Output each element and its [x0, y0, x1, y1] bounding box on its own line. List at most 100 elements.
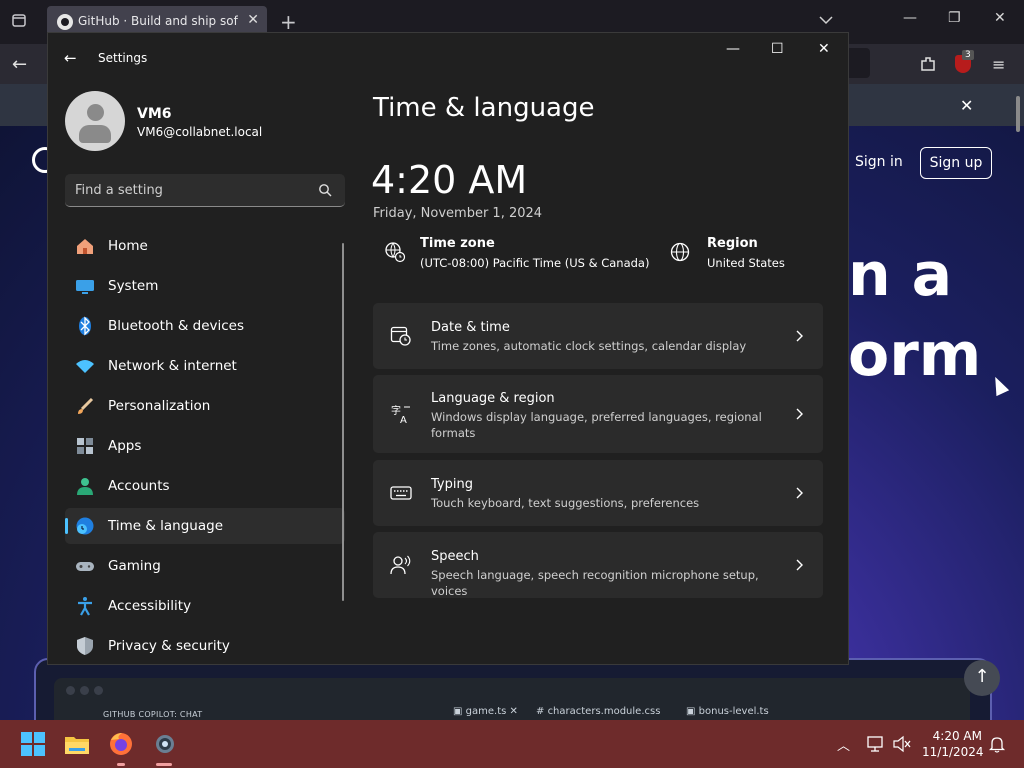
extensions-icon[interactable]: [918, 54, 938, 74]
firefox-running-indicator: [117, 763, 125, 766]
nav-item-accessibility[interactable]: Accessibility: [65, 588, 345, 624]
language-region-card[interactable]: 字A Language & region Windows display lan…: [373, 375, 823, 453]
time-zone-icon: [385, 242, 406, 263]
settings-icon[interactable]: [151, 730, 179, 758]
nav-label: Personalization: [108, 398, 211, 414]
current-time: 4:20 AM: [371, 158, 528, 202]
avatar-body: [79, 125, 111, 143]
shield-icon: [77, 637, 93, 655]
calendar-clock-icon: [390, 326, 411, 346]
svg-text:A: A: [400, 415, 407, 425]
nav-item-network[interactable]: Network & internet: [65, 348, 345, 384]
chevron-right-icon: [796, 559, 803, 571]
page-scrollbar[interactable]: [1016, 96, 1020, 132]
nav-item-time-language[interactable]: Time & language: [65, 508, 345, 544]
sign-up-button[interactable]: Sign up: [920, 147, 992, 179]
taskbar-clock-date[interactable]: 11/1/2024: [922, 745, 984, 759]
time-zone-value: (UTC-08:00) Pacific Time (US & Canada): [420, 256, 650, 270]
search-input[interactable]: [75, 180, 305, 200]
hero-heading-line-2: orm: [848, 320, 982, 390]
start-icon[interactable]: [19, 730, 47, 758]
browser-restore-button[interactable]: ❐: [948, 10, 961, 26]
firefox-icon[interactable]: [107, 730, 135, 758]
nav-item-gaming[interactable]: Gaming: [65, 548, 345, 584]
nav-label: Gaming: [108, 558, 161, 574]
nav-item-privacy-security[interactable]: Privacy & security: [65, 628, 345, 664]
region-title: Region: [707, 236, 758, 251]
system-icon: [76, 280, 94, 294]
tab-overflow-chevron-icon[interactable]: [817, 11, 835, 29]
new-tab-button[interactable]: +: [280, 10, 297, 34]
network-status-icon[interactable]: [866, 735, 886, 753]
tab-list-icon[interactable]: [8, 12, 30, 32]
card-subtitle: Touch keyboard, text suggestions, prefer…: [431, 496, 700, 510]
card-subtitle: Windows display language, preferred lang…: [431, 410, 762, 440]
find-setting-search[interactable]: [65, 174, 345, 207]
nav-label: Apps: [108, 438, 142, 454]
ublock-count-badge: 3: [962, 50, 974, 60]
current-date: Friday, November 1, 2024: [373, 206, 543, 221]
notification-close-button[interactable]: ✕: [960, 96, 973, 115]
search-icon[interactable]: [318, 183, 332, 197]
taskbar-clock-time[interactable]: 4:20 AM: [930, 729, 982, 743]
user-name: VM6: [137, 106, 172, 122]
nav-label: Time & language: [108, 518, 224, 534]
settings-window: ← Settings — ☐ ✕ VM6 VM6@collabnet.local…: [47, 32, 849, 665]
url-bar[interactable]: [848, 48, 870, 78]
bluetooth-icon: [79, 316, 91, 336]
nav-item-bluetooth[interactable]: Bluetooth & devices: [65, 308, 345, 344]
nav-item-system[interactable]: System: [65, 268, 345, 304]
speech-card[interactable]: Speech Speech language, speech recogniti…: [373, 532, 823, 598]
avatar[interactable]: [65, 91, 125, 151]
date-time-card[interactable]: Date & time Time zones, automatic clock …: [373, 303, 823, 369]
settings-title-bar: ← Settings — ☐ ✕: [48, 33, 848, 83]
notifications-bell-icon[interactable]: [988, 735, 1006, 753]
typing-card[interactable]: Typing Touch keyboard, text suggestions,…: [373, 460, 823, 526]
chevron-right-icon: [796, 330, 803, 342]
nav-item-accounts[interactable]: Accounts: [65, 468, 345, 504]
browser-minimize-button[interactable]: —: [903, 10, 917, 26]
settings-maximize-button[interactable]: ☐: [771, 41, 784, 57]
browser-back-button[interactable]: ←: [12, 54, 27, 75]
avatar-head: [87, 104, 104, 121]
tray-overflow-chevron-icon[interactable]: ︿: [837, 735, 850, 754]
settings-nav: Home System Bluetooth & devices Network …: [65, 228, 345, 668]
card-subtitle: Time zones, automatic clock settings, ca…: [431, 339, 747, 353]
nav-item-apps[interactable]: Apps: [65, 428, 345, 464]
browser-tab-title: GitHub · Build and ship software: [78, 14, 238, 28]
file-explorer-icon[interactable]: [63, 730, 91, 758]
window-dot-icon: [80, 686, 89, 695]
settings-minimize-button[interactable]: —: [726, 41, 740, 57]
nav-item-personalization[interactable]: Personalization: [65, 388, 345, 424]
card-title: Typing: [431, 477, 473, 492]
keyboard-icon: [390, 486, 412, 500]
browser-close-button[interactable]: ✕: [994, 10, 1006, 26]
user-email: VM6@collabnet.local: [137, 125, 263, 139]
card-subtitle: Speech language, speech recognition micr…: [431, 568, 759, 598]
settings-back-button[interactable]: ←: [64, 49, 77, 67]
sign-in-link[interactable]: Sign in: [855, 154, 903, 170]
nav-label: Accounts: [108, 478, 170, 494]
nav-label: Privacy & security: [108, 638, 230, 654]
nav-scrollbar[interactable]: [342, 243, 344, 601]
language-icon: 字A: [391, 404, 410, 425]
settings-close-button[interactable]: ✕: [818, 41, 830, 57]
editor-tab-characters: # characters.module.css: [536, 706, 661, 717]
window-dot-icon: [66, 686, 75, 695]
network-icon: [76, 360, 94, 373]
card-title: Date & time: [431, 320, 510, 335]
settings-window-title: Settings: [98, 51, 148, 65]
region-value: United States: [707, 256, 785, 270]
browser-menu-icon[interactable]: ≡: [992, 55, 1005, 74]
scroll-to-top-button[interactable]: ↑: [964, 660, 1000, 696]
time-language-icon: [76, 517, 94, 535]
nav-label: Accessibility: [108, 598, 192, 614]
chevron-right-icon: [796, 487, 803, 499]
nav-item-home[interactable]: Home: [65, 228, 345, 264]
close-tab-icon[interactable]: ✕: [247, 12, 259, 28]
volume-muted-icon[interactable]: [892, 735, 912, 753]
globe-icon: [670, 242, 690, 262]
nav-label: System: [108, 278, 159, 294]
editor-tab-game: ▣ game.ts ✕: [453, 706, 518, 717]
page-title: Time & language: [373, 93, 595, 123]
